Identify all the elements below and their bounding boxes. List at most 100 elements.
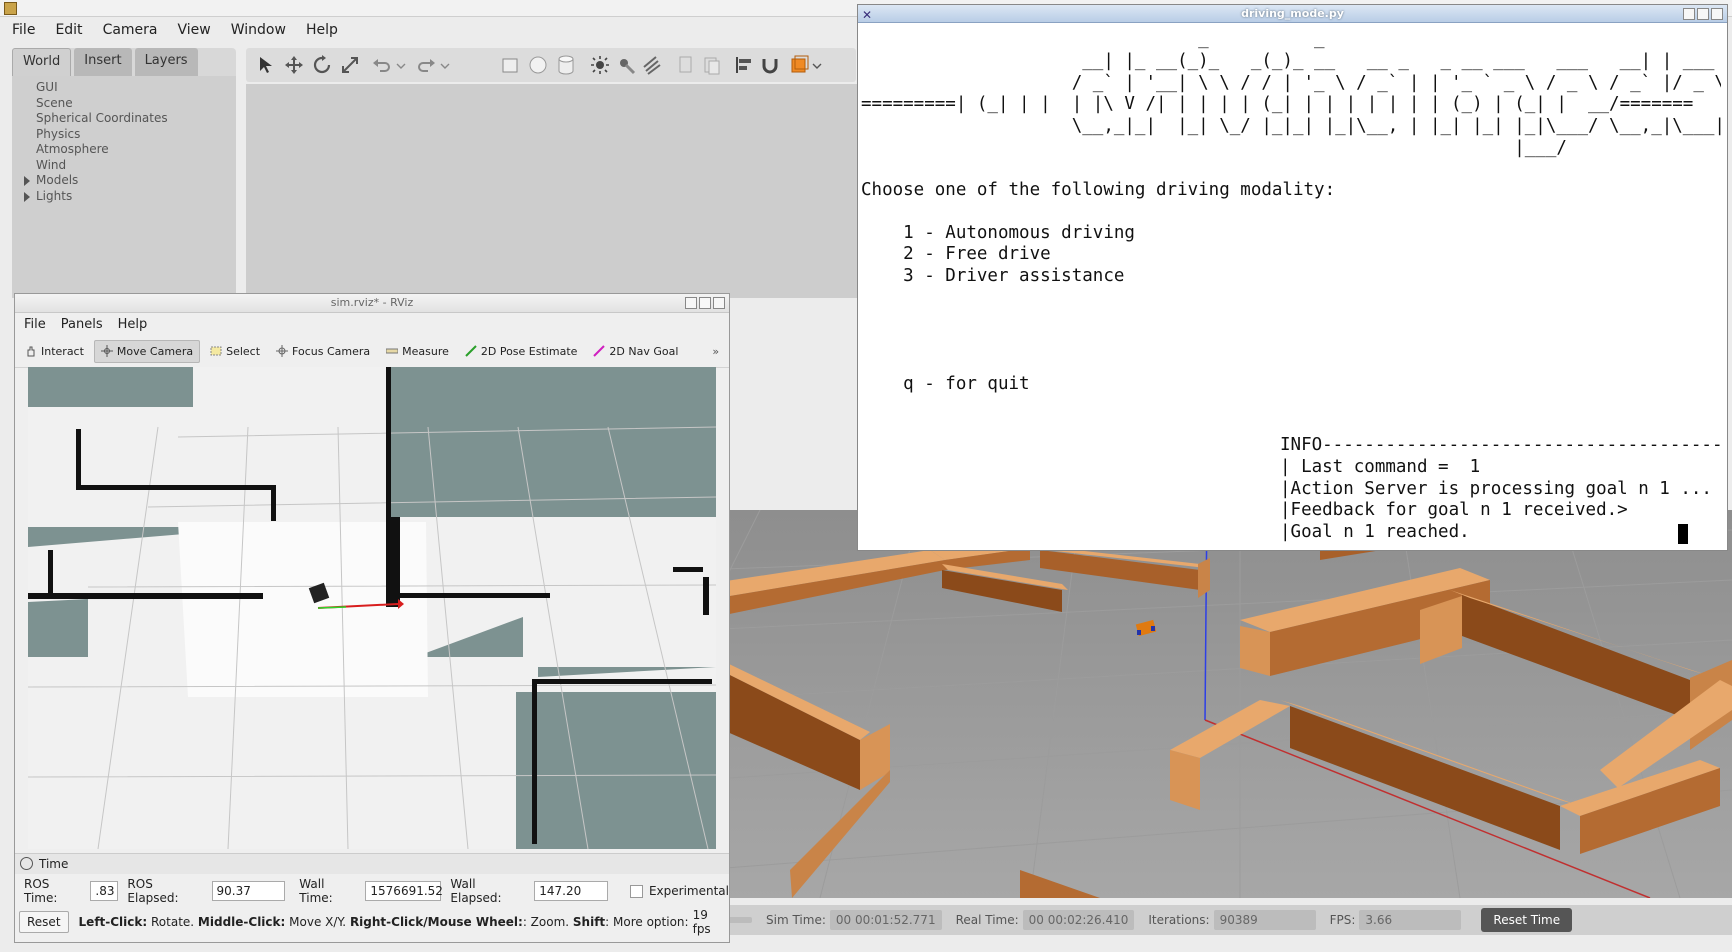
redo-dropdown-icon[interactable] xyxy=(440,55,450,75)
magenta-arrow-icon xyxy=(593,345,606,357)
rviz-menu-file[interactable]: File xyxy=(24,317,46,332)
redo-icon[interactable] xyxy=(416,55,436,75)
ros-elapsed-field[interactable]: 90.37 xyxy=(211,881,286,901)
sphere-shape-icon[interactable] xyxy=(528,55,548,75)
gazebo-3d-view-top[interactable] xyxy=(246,84,860,298)
align-icon[interactable] xyxy=(734,55,754,75)
world-tree: GUI Scene Spherical Coordinates Physics … xyxy=(12,76,236,298)
select-tool[interactable]: Select xyxy=(204,341,266,362)
prompt-text: Choose one of the following driving moda… xyxy=(861,179,1336,200)
gazebo-3d-scene[interactable] xyxy=(700,510,1732,898)
scale-icon[interactable] xyxy=(340,55,360,75)
tree-item-gui[interactable]: GUI xyxy=(12,80,236,96)
more-tools-chevron-icon[interactable]: » xyxy=(712,345,719,358)
tab-insert[interactable]: Insert xyxy=(74,48,132,76)
tree-item-label: Scene xyxy=(36,95,73,110)
tree-item-physics[interactable]: Physics xyxy=(12,127,236,143)
focus-camera-tool[interactable]: Focus Camera xyxy=(270,341,376,362)
gazebo-menu-window[interactable]: Window xyxy=(231,22,286,38)
gazebo-menu-file[interactable]: File xyxy=(12,22,35,38)
undo-dropdown-icon[interactable] xyxy=(396,55,406,75)
iterations-label: Iterations: xyxy=(1148,913,1210,927)
cylinder-shape-icon[interactable] xyxy=(556,55,576,75)
move-camera-icon xyxy=(100,345,113,357)
gazebo-world-panel: World Insert Layers GUI Scene Spherical … xyxy=(12,48,236,298)
measure-tool[interactable]: Measure xyxy=(380,341,455,362)
tree-item-models[interactable]: Models xyxy=(12,173,236,189)
select-box-icon xyxy=(210,346,222,356)
interact-tool[interactable]: Interact xyxy=(19,341,90,362)
hint-text: : Zoom. xyxy=(522,915,573,929)
tool-label: Interact xyxy=(41,344,84,358)
select-arrow-icon[interactable] xyxy=(256,55,276,75)
rviz-menu-panels[interactable]: Panels xyxy=(61,317,103,332)
rviz-menu-help[interactable]: Help xyxy=(118,317,148,332)
move-camera-tool[interactable]: Move Camera xyxy=(93,339,201,363)
experimental-checkbox[interactable] xyxy=(630,884,643,898)
info-text: INFO------------------------------------… xyxy=(1280,435,1725,543)
wall-time-field[interactable]: 1576691.52 xyxy=(365,881,443,901)
paste-icon[interactable] xyxy=(702,55,722,75)
maximize-icon[interactable] xyxy=(1697,8,1709,20)
close-icon[interactable] xyxy=(1711,8,1723,20)
tool-label: Focus Camera xyxy=(292,344,371,358)
nav-goal-tool[interactable]: 2D Nav Goal xyxy=(587,341,684,362)
tool-label: Select xyxy=(226,344,261,358)
snap-magnet-icon[interactable] xyxy=(760,55,780,75)
maximize-icon[interactable] xyxy=(699,297,711,309)
tree-item-label: Models xyxy=(36,173,79,187)
tab-world[interactable]: World xyxy=(12,48,72,76)
rviz-title-bar[interactable]: sim.rviz* - RViz xyxy=(15,294,729,313)
gazebo-menu-help[interactable]: Help xyxy=(306,22,338,38)
tab-layers[interactable]: Layers xyxy=(134,48,198,76)
time-panel-header: Time xyxy=(15,853,729,874)
minimize-icon[interactable] xyxy=(685,297,697,309)
green-arrow-icon xyxy=(465,345,477,357)
gazebo-menu-edit[interactable]: Edit xyxy=(55,22,82,38)
terminal-title: driving_mode.py xyxy=(1241,7,1344,20)
box-shape-icon[interactable] xyxy=(500,55,520,75)
view-angle-dropdown-icon[interactable] xyxy=(812,55,822,75)
close-icon[interactable] xyxy=(713,297,725,309)
ruler-icon xyxy=(386,348,399,354)
expand-arrow-icon[interactable] xyxy=(24,191,30,202)
spot-light-icon[interactable] xyxy=(616,55,636,75)
minimize-icon[interactable] xyxy=(1683,8,1695,20)
gazebo-toolbar xyxy=(246,48,856,82)
tool-label: 2D Nav Goal xyxy=(609,344,679,358)
view-angle-icon[interactable] xyxy=(790,55,810,75)
gazebo-menu-camera[interactable]: Camera xyxy=(103,22,158,38)
pose-estimate-tool[interactable]: 2D Pose Estimate xyxy=(459,341,584,362)
directional-light-icon[interactable] xyxy=(642,55,662,75)
ros-time-field[interactable]: .83 xyxy=(90,881,119,901)
wall-elapsed-field[interactable]: 147.20 xyxy=(534,881,609,901)
tree-item-wind[interactable]: Wind xyxy=(12,158,236,174)
time-panel: ROS Time: .83 ROS Elapsed: 90.37 Wall Ti… xyxy=(15,876,729,906)
expand-arrow-icon[interactable] xyxy=(24,176,30,186)
fps-readout: 19 fps xyxy=(692,908,711,936)
tree-item-spherical-coordinates[interactable]: Spherical Coordinates xyxy=(12,111,236,127)
point-light-icon[interactable] xyxy=(590,55,610,75)
gazebo-menu-view[interactable]: View xyxy=(178,22,211,38)
rotate-icon[interactable] xyxy=(312,55,332,75)
tree-item-lights[interactable]: Lights xyxy=(12,189,236,205)
reset-time-button[interactable]: Reset Time xyxy=(1481,908,1573,932)
rviz-title: sim.rviz* - RViz xyxy=(330,296,414,309)
clock-icon xyxy=(20,857,33,870)
reset-button[interactable]: Reset xyxy=(19,911,69,933)
option-free-drive: 2 - Free drive xyxy=(861,244,1051,265)
tree-item-scene[interactable]: Scene xyxy=(12,96,236,112)
experimental-label: Experimental xyxy=(648,884,729,898)
copy-icon[interactable] xyxy=(676,55,696,75)
hint-key: Left-Click: xyxy=(78,915,148,929)
mouse-hint-text: Left-Click: Rotate. Middle-Click: Move X… xyxy=(79,915,689,929)
rviz-3d-view[interactable] xyxy=(28,367,716,849)
translate-icon[interactable] xyxy=(284,55,304,75)
gazebo-status-bar: Sim Time: 00 00:01:52.771 Real Time: 00 … xyxy=(700,905,1732,935)
fps-value: 3.66 xyxy=(1359,910,1462,930)
undo-icon[interactable] xyxy=(372,55,392,75)
terminal-cursor xyxy=(1678,524,1688,544)
terminal-window[interactable]: ✕ driving_mode.py _ _ _ __| |_ __(_)_ _(… xyxy=(857,4,1728,551)
terminal-title-bar[interactable]: ✕ driving_mode.py xyxy=(858,5,1727,23)
tree-item-atmosphere[interactable]: Atmosphere xyxy=(12,142,236,158)
